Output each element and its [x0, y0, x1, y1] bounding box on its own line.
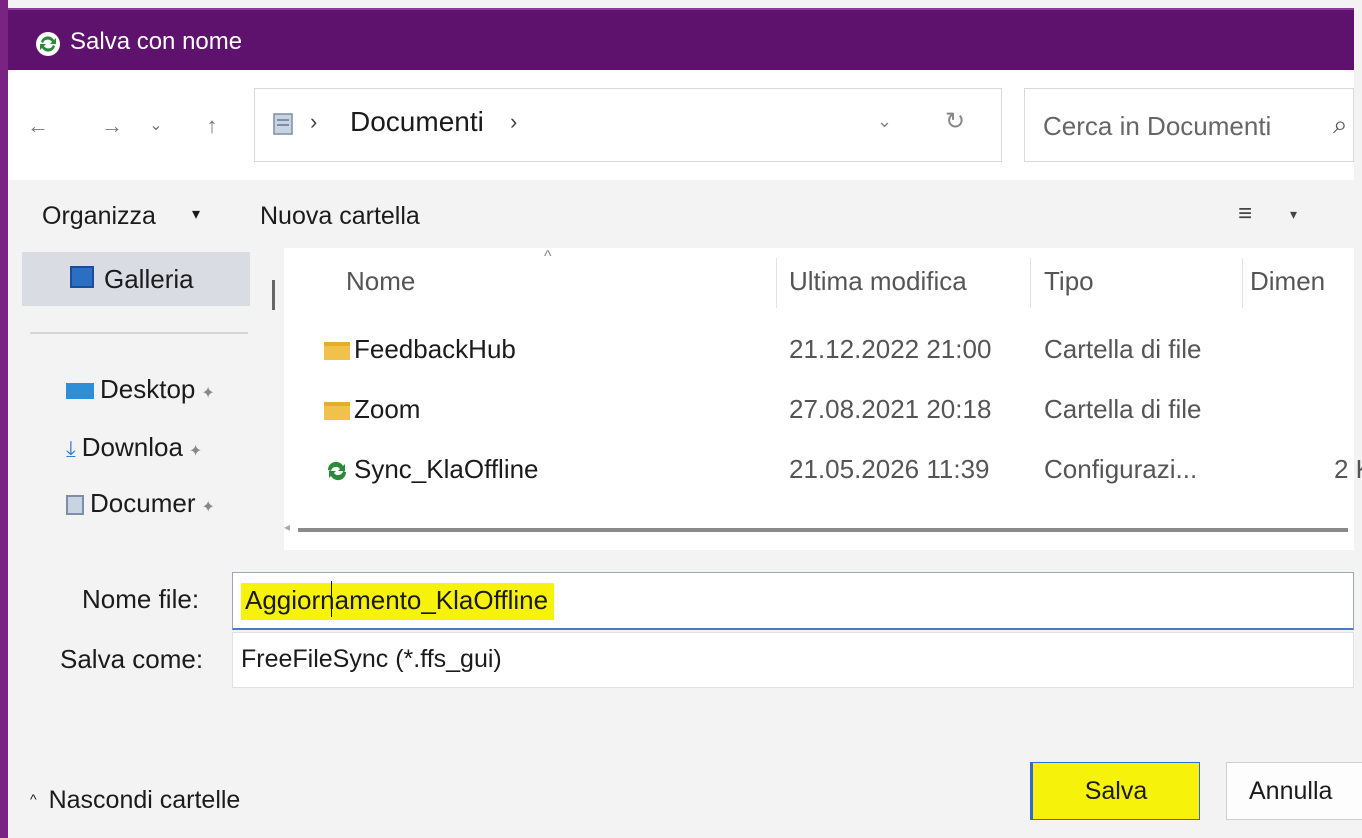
save-form: Nome file: Aggiornamento_KlaOffline Salv…	[8, 550, 1354, 730]
pin-icon[interactable]: ✦	[189, 443, 202, 460]
sidebar-item-label: Galleria	[104, 264, 194, 294]
column-separator[interactable]	[776, 258, 777, 308]
chevron-up-icon: ^	[30, 791, 37, 807]
title-bar: Salva con nome	[8, 8, 1354, 70]
command-toolbar: Organizza ▾ Nuova cartella ≡ ▾	[8, 180, 1354, 248]
column-separator[interactable]	[1030, 258, 1031, 308]
file-type: Cartella di file	[1044, 394, 1202, 424]
hide-folders-toggle[interactable]: ^ Nascondi cartelle	[30, 786, 240, 815]
folder-icon	[324, 342, 350, 361]
text-caret	[331, 581, 332, 617]
search-input[interactable]: Cerca in Documenti ⌕	[1024, 88, 1354, 162]
documents-icon	[273, 113, 293, 135]
table-row[interactable]: Zoom 27.08.2021 20:18 Cartella di file	[284, 382, 1354, 438]
navigation-pane: Galleria Desktop ✦ ⤓ Downloa ✦ Documer ✦	[8, 248, 276, 550]
desktop-icon	[66, 383, 94, 400]
savetype-label: Salva come:	[60, 644, 204, 674]
sidebar-item-label: Desktop	[100, 374, 196, 404]
sync-icon	[36, 32, 60, 56]
file-name: Sync_KlaOffline	[354, 454, 539, 484]
file-type: Cartella di file	[1044, 334, 1202, 364]
up-arrow-icon[interactable]: ↑	[196, 110, 228, 142]
search-icon[interactable]: ⌕	[1333, 109, 1348, 141]
sync-icon	[327, 461, 347, 481]
forward-arrow-icon[interactable]: →	[96, 110, 128, 142]
sidebar-item-documents[interactable]: Documer ✦	[66, 488, 215, 519]
filename-input[interactable]: Aggiornamento_KlaOffline	[232, 572, 1354, 630]
column-header-type[interactable]: Tipo	[1044, 266, 1094, 297]
folder-icon	[324, 402, 350, 421]
organize-menu-button[interactable]: Organizza	[42, 202, 156, 231]
table-row[interactable]: FeedbackHub 21.12.2022 21:00 Cartella di…	[284, 322, 1354, 378]
view-options-caret-icon[interactable]: ▾	[1290, 206, 1297, 223]
window-edge	[0, 0, 8, 838]
file-modified: 21.12.2022 21:00	[789, 334, 992, 364]
documents-icon	[66, 495, 84, 516]
column-header-name[interactable]: Nome	[346, 266, 415, 297]
column-header-size[interactable]: Dimen	[1250, 266, 1325, 297]
pin-icon[interactable]: ✦	[201, 385, 214, 402]
breadcrumb-documenti[interactable]: Documenti	[350, 106, 484, 138]
window-title: Salva con nome	[70, 28, 243, 55]
sidebar-item-label: Documer	[90, 488, 196, 518]
cancel-button[interactable]: Annulla	[1226, 762, 1362, 820]
file-type: Configurazi...	[1044, 454, 1198, 484]
hide-folders-label: Nascondi cartelle	[48, 786, 241, 814]
savetype-select[interactable]: FreeFileSync (*.ffs_gui)	[232, 632, 1354, 688]
recent-locations-chevron-icon[interactable]: ⌄	[140, 110, 172, 142]
download-icon: ⤓	[66, 436, 76, 462]
scroll-left-arrow-icon[interactable]: ◂	[284, 520, 290, 534]
back-arrow-icon[interactable]: ←	[22, 110, 54, 142]
file-modified: 27.08.2021 20:18	[789, 394, 992, 424]
breadcrumb-separator: ›	[310, 109, 318, 134]
sidebar-scrollbar[interactable]	[272, 280, 275, 310]
organize-caret-icon[interactable]: ▾	[192, 204, 200, 224]
table-row[interactable]: Sync_KlaOffline 21.05.2026 11:39 Configu…	[284, 442, 1362, 498]
sidebar-item-gallery[interactable]: Galleria	[22, 252, 250, 306]
search-placeholder: Cerca in Documenti	[1043, 111, 1272, 141]
pin-icon[interactable]: ✦	[201, 499, 214, 516]
filename-label: Nome file:	[82, 584, 200, 614]
breadcrumb-separator[interactable]: ›	[510, 109, 517, 135]
savetype-value: FreeFileSync (*.ffs_gui)	[241, 645, 502, 673]
file-name: FeedbackHub	[354, 334, 516, 364]
refresh-icon[interactable]: ↻	[945, 107, 965, 136]
save-as-dialog: Salva con nome ← → ⌄ ↑ › Documenti › ⌄ ↻…	[0, 0, 1362, 838]
sidebar-divider	[30, 332, 248, 334]
gallery-icon	[70, 266, 94, 288]
column-header-modified[interactable]: Ultima modifica	[789, 266, 967, 297]
file-list: ^ Nome Ultima modifica Tipo Dimen Feedba…	[284, 248, 1362, 550]
address-dropdown-chevron-icon[interactable]: ⌄	[877, 111, 892, 132]
view-options-icon[interactable]: ≡	[1238, 200, 1252, 228]
dialog-footer: ^ Nascondi cartelle Salva Annulla	[8, 730, 1362, 838]
column-separator[interactable]	[1242, 258, 1243, 308]
sidebar-item-label: Downloa	[81, 432, 183, 462]
file-name: Zoom	[354, 394, 421, 424]
sidebar-item-downloads[interactable]: ⤓ Downloa ✦	[66, 432, 202, 463]
sidebar-item-desktop[interactable]: Desktop ✦	[66, 374, 215, 405]
new-folder-button[interactable]: Nuova cartella	[260, 202, 420, 231]
file-modified: 21.05.2026 11:39	[789, 454, 990, 484]
file-size: 2 K	[1334, 454, 1362, 484]
save-button[interactable]: Salva	[1030, 762, 1200, 820]
filename-value[interactable]: Aggiornamento_KlaOffline	[241, 583, 555, 620]
sort-ascending-icon: ^	[544, 248, 552, 265]
horizontal-scrollbar[interactable]	[298, 528, 1348, 532]
address-bar[interactable]: › Documenti › ⌄ ↻	[254, 88, 1002, 162]
